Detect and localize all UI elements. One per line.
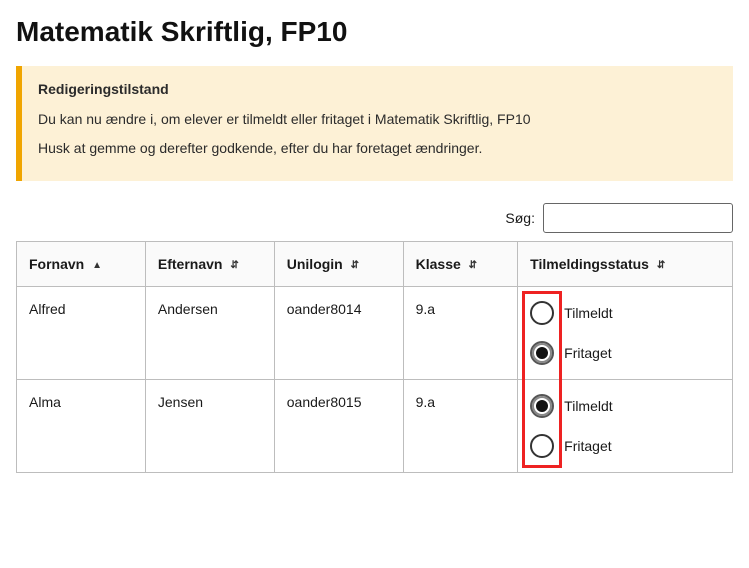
search-row: Søg: <box>16 203 733 233</box>
search-label: Søg: <box>505 210 535 226</box>
sort-both-icon: ⇵ <box>351 260 359 271</box>
cell-status: Tilmeldt Fritaget <box>518 380 733 473</box>
search-input[interactable] <box>543 203 733 233</box>
sort-both-icon: ⇵ <box>657 260 665 271</box>
cell-efternavn: Andersen <box>145 287 274 380</box>
students-table: Fornavn ▲ Efternavn ⇵ Unilogin ⇵ Klasse … <box>16 241 733 473</box>
radio-label: Fritaget <box>564 345 611 361</box>
radio-dot-icon <box>530 341 554 365</box>
cell-status: Tilmeldt Fritaget <box>518 287 733 380</box>
alert-line-1: Du kan nu ændre i, om elever er tilmeldt… <box>38 108 717 130</box>
col-fornavn-label: Fornavn <box>29 256 84 272</box>
col-unilogin[interactable]: Unilogin ⇵ <box>274 242 403 287</box>
cell-fornavn: Alfred <box>17 287 146 380</box>
cell-klasse: 9.a <box>403 380 518 473</box>
radio-dot-icon <box>530 301 554 325</box>
radio-dot-icon <box>530 394 554 418</box>
sort-both-icon: ⇵ <box>469 260 477 271</box>
cell-unilogin: oander8015 <box>274 380 403 473</box>
sort-asc-icon: ▲ <box>92 260 102 271</box>
table-header-row: Fornavn ▲ Efternavn ⇵ Unilogin ⇵ Klasse … <box>17 242 733 287</box>
table-row: AlfredAndersenoander80149.a Tilmeldt Frita… <box>17 287 733 380</box>
col-status[interactable]: Tilmeldingsstatus ⇵ <box>518 242 733 287</box>
col-klasse[interactable]: Klasse ⇵ <box>403 242 518 287</box>
page-title: Matematik Skriftlig, FP10 <box>16 16 733 48</box>
edit-mode-alert: Redigeringstilstand Du kan nu ændre i, o… <box>16 66 733 181</box>
cell-fornavn: Alma <box>17 380 146 473</box>
col-efternavn-label: Efternavn <box>158 256 223 272</box>
col-unilogin-label: Unilogin <box>287 256 343 272</box>
col-fornavn[interactable]: Fornavn ▲ <box>17 242 146 287</box>
radio-tilmeldt[interactable]: Tilmeldt <box>530 301 720 325</box>
radio-fritaget[interactable]: Fritaget <box>530 434 720 458</box>
radio-label: Tilmeldt <box>564 305 613 321</box>
col-efternavn[interactable]: Efternavn ⇵ <box>145 242 274 287</box>
col-status-label: Tilmeldingsstatus <box>530 256 649 272</box>
cell-unilogin: oander8014 <box>274 287 403 380</box>
radio-label: Tilmeldt <box>564 398 613 414</box>
radio-dot-icon <box>530 434 554 458</box>
radio-tilmeldt[interactable]: Tilmeldt <box>530 394 720 418</box>
table-row: AlmaJensenoander80159.a Tilmeldt Fritaget <box>17 380 733 473</box>
alert-line-2: Husk at gemme og derefter godkende, efte… <box>38 137 717 159</box>
sort-both-icon: ⇵ <box>230 260 238 271</box>
alert-heading: Redigeringstilstand <box>38 78 717 100</box>
cell-efternavn: Jensen <box>145 380 274 473</box>
radio-label: Fritaget <box>564 438 611 454</box>
col-klasse-label: Klasse <box>416 256 461 272</box>
cell-klasse: 9.a <box>403 287 518 380</box>
radio-fritaget[interactable]: Fritaget <box>530 341 720 365</box>
